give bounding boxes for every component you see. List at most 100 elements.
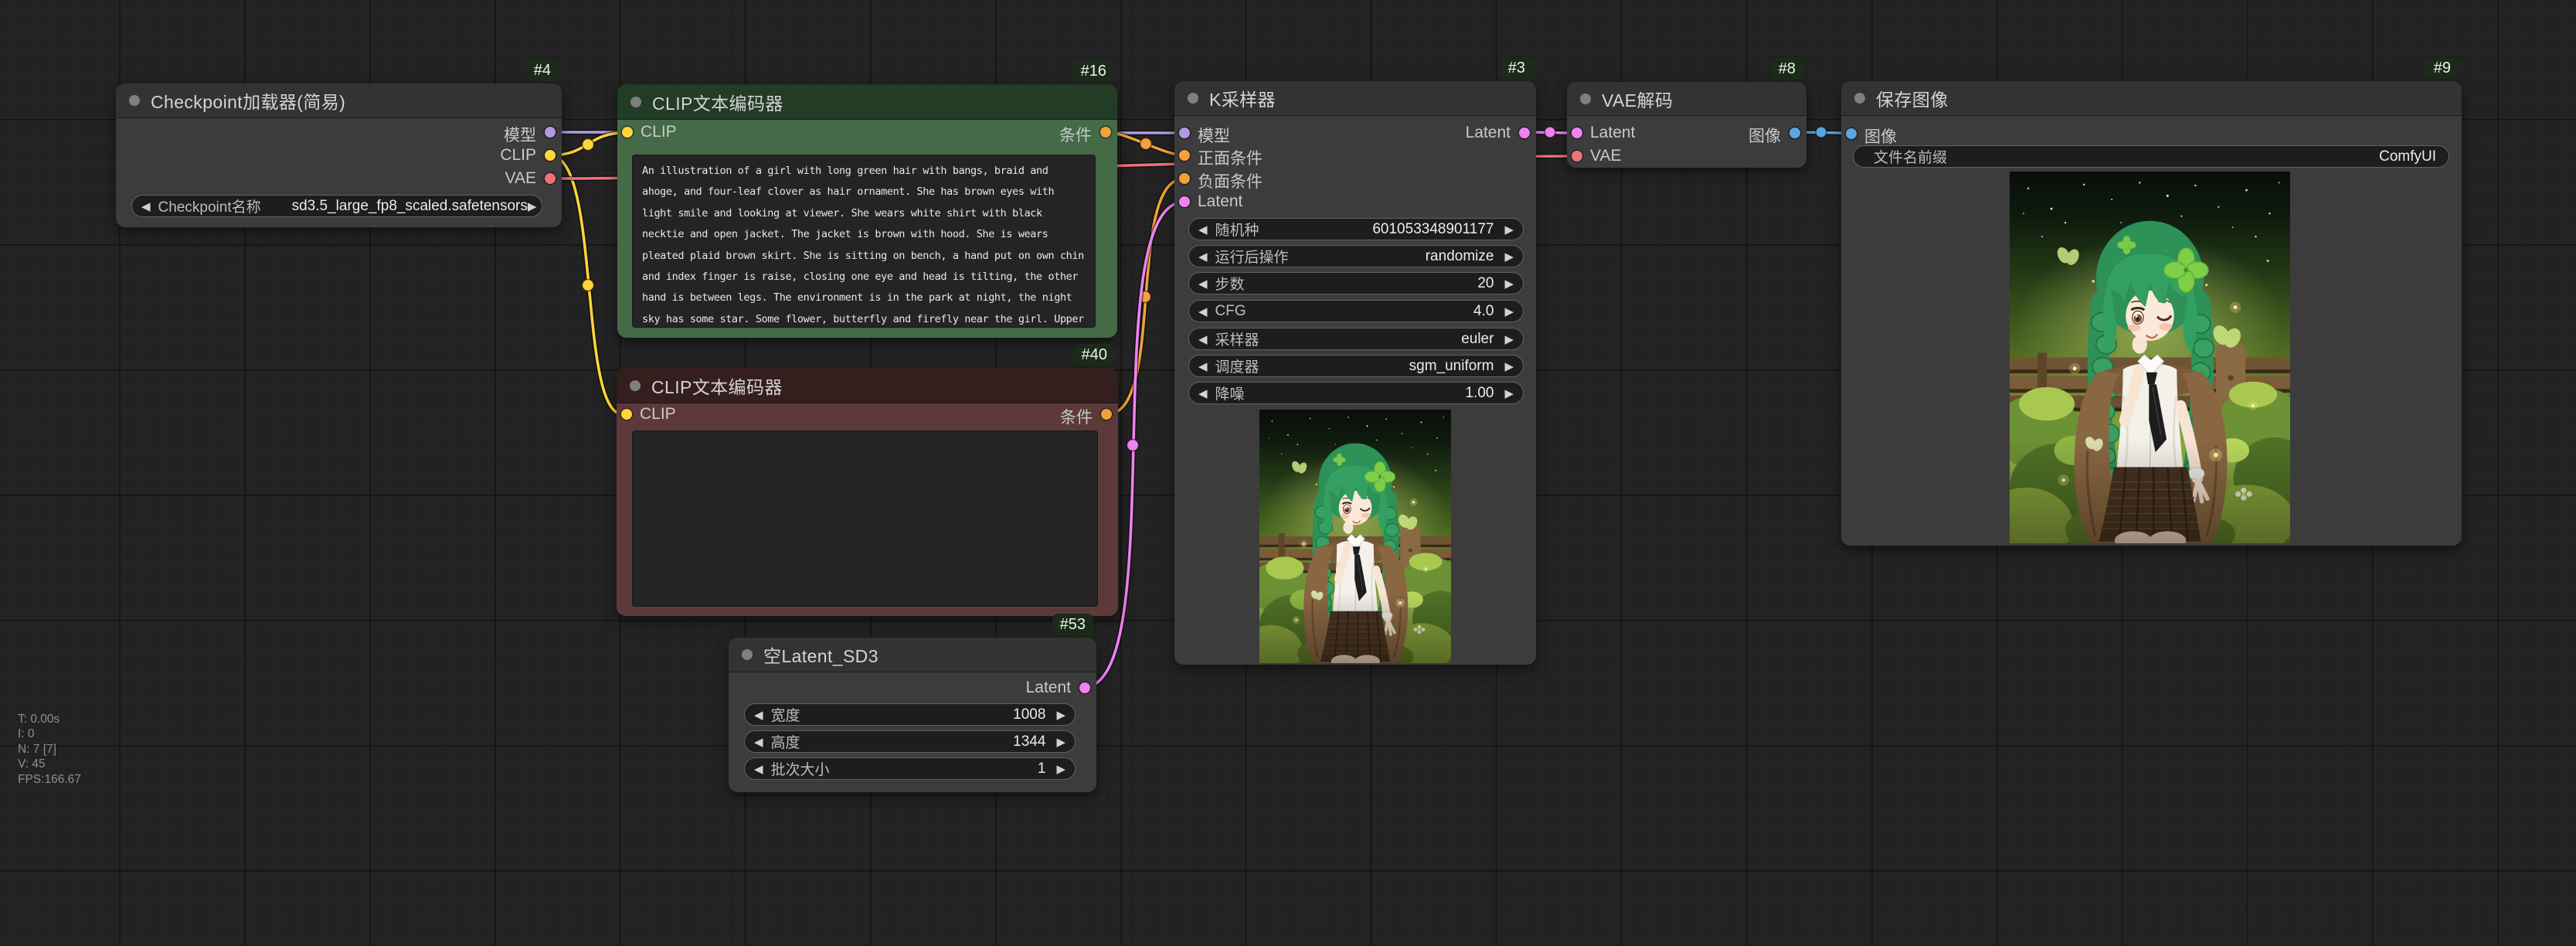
collapse-dot-icon[interactable] [630, 380, 641, 391]
node-clip-encode-negative[interactable]: #40 CLIP文本编码器 CLIP 条件 [617, 368, 1118, 616]
denoise-widget[interactable]: ◀ 降噪 1.00 ▶ [1188, 382, 1524, 404]
prev-arrow-icon[interactable]: ◀ [754, 762, 763, 776]
stat-i: I: 0 [18, 727, 81, 741]
widget-value: sgm_uniform [1409, 358, 1494, 375]
output-slot-latent[interactable] [1519, 128, 1530, 138]
next-arrow-icon[interactable]: ▶ [1056, 762, 1065, 776]
input-slot-positive[interactable] [1179, 150, 1190, 161]
node-header[interactable]: CLIP文本编码器 [617, 368, 1118, 403]
prev-arrow-icon[interactable]: ◀ [1198, 250, 1208, 264]
filename-prefix-widget[interactable]: 文件名前缀 ComfyUI [1853, 145, 2449, 168]
next-arrow-icon[interactable]: ▶ [1504, 277, 1514, 291]
output-slot-conditioning[interactable] [1100, 127, 1111, 138]
input-slot-vae[interactable] [1572, 151, 1582, 162]
output-slot-vae[interactable] [545, 173, 556, 184]
slot-row-positive: 正面条件 [1174, 144, 1536, 167]
widget-label: 随机种 [1215, 219, 1259, 240]
next-arrow-icon[interactable]: ▶ [1504, 332, 1514, 346]
widget-label: Checkpoint名称 [158, 196, 261, 216]
collapse-dot-icon[interactable] [129, 95, 140, 106]
input-slot-latent[interactable] [1572, 128, 1582, 138]
node-clip-encode-positive[interactable]: #16 CLIP文本编码器 CLIP 条件 An illustration of… [617, 84, 1117, 338]
prompt-textarea-empty[interactable] [632, 430, 1098, 607]
next-arrow-icon[interactable]: ▶ [1504, 305, 1514, 318]
widget-value: randomize [1426, 248, 1494, 265]
next-arrow-icon[interactable]: ▶ [1056, 735, 1065, 749]
output-label-clip: CLIP [500, 146, 536, 165]
seed-widget[interactable]: ◀ 随机种 601053348901177 ▶ [1188, 218, 1524, 240]
input-slot-negative[interactable] [1179, 173, 1190, 184]
collapse-dot-icon[interactable] [1188, 93, 1198, 104]
next-arrow-icon[interactable]: ▶ [528, 199, 537, 213]
widget-value: 4.0 [1473, 303, 1494, 320]
widget-value: 1344 [1013, 733, 1045, 750]
slot-row: CLIP 条件 [617, 403, 1118, 426]
node-graph-canvas[interactable]: #4 Checkpoint加载器(简易) 模型 CLIP VAE ◀ Check… [0, 0, 2576, 946]
prev-arrow-icon[interactable]: ◀ [1198, 359, 1208, 373]
node-title: K采样器 [1209, 85, 1276, 111]
input-slot-clip[interactable] [621, 409, 632, 420]
output-label-model: 模型 [504, 123, 536, 146]
output-label-conditioning: 条件 [1059, 123, 1092, 146]
collapse-dot-icon[interactable] [1580, 94, 1591, 104]
widget-label: 高度 [771, 731, 800, 752]
sampler-widget[interactable]: ◀ 采样器 euler ▶ [1188, 328, 1524, 350]
next-arrow-icon[interactable]: ▶ [1504, 250, 1514, 264]
node-vae-decode[interactable]: #8 VAE解码 Latent 图像 VAE [1567, 82, 1806, 168]
input-label-vae: VAE [1590, 147, 1621, 165]
prev-arrow-icon[interactable]: ◀ [1198, 277, 1208, 291]
node-header[interactable]: 空Latent_SD3 [729, 638, 1096, 672]
collapse-dot-icon[interactable] [742, 649, 753, 660]
control-after-generate-widget[interactable]: ◀ 运行后操作 randomize ▶ [1188, 245, 1524, 267]
prev-arrow-icon[interactable]: ◀ [1198, 332, 1208, 346]
collapse-dot-icon[interactable] [630, 97, 641, 107]
input-slot-clip[interactable] [622, 127, 633, 138]
widget-label: 采样器 [1215, 328, 1259, 349]
node-header[interactable]: K采样器 [1174, 81, 1536, 116]
input-slot-image[interactable] [1846, 128, 1857, 139]
batch-size-widget[interactable]: ◀ 批次大小 1 ▶ [744, 757, 1076, 780]
node-save-image[interactable]: #9 保存图像 图像 文件名前缀 ComfyUI [1841, 81, 2462, 546]
node-header[interactable]: VAE解码 [1567, 82, 1806, 116]
node-header[interactable]: 保存图像 [1841, 81, 2462, 116]
input-slot-latent[interactable] [1179, 196, 1190, 207]
output-slot-conditioning[interactable] [1101, 409, 1112, 420]
prev-arrow-icon[interactable]: ◀ [1198, 386, 1208, 400]
node-id-badge: #40 [1074, 344, 1115, 366]
link-negative-conditioning [1107, 179, 1184, 414]
output-slot-latent[interactable] [1079, 682, 1090, 693]
scheduler-widget[interactable]: ◀ 调度器 sgm_uniform ▶ [1188, 355, 1524, 377]
steps-widget[interactable]: ◀ 步数 20 ▶ [1188, 272, 1524, 294]
cfg-widget[interactable]: ◀ CFG 4.0 ▶ [1188, 300, 1524, 322]
output-slot-image[interactable] [1789, 128, 1800, 138]
node-title: CLIP文本编码器 [652, 89, 783, 115]
output-slot-clip[interactable] [545, 150, 556, 161]
prev-arrow-icon[interactable]: ◀ [141, 199, 151, 213]
node-id-badge: #53 [1052, 614, 1093, 635]
input-slot-model[interactable] [1179, 128, 1190, 138]
collapse-dot-icon[interactable] [1854, 93, 1865, 104]
prev-arrow-icon[interactable]: ◀ [754, 708, 763, 722]
prev-arrow-icon[interactable]: ◀ [1198, 305, 1208, 318]
ckpt-name-widget[interactable]: ◀ Checkpoint名称 sd3.5_large_fp8_scaled.sa… [131, 195, 542, 217]
stat-time: T: 0.00s [18, 712, 81, 727]
next-arrow-icon[interactable]: ▶ [1504, 386, 1514, 400]
output-label-latent: Latent [1026, 679, 1071, 697]
node-header[interactable]: Checkpoint加载器(简易) [116, 83, 562, 118]
height-widget[interactable]: ◀ 高度 1344 ▶ [744, 730, 1076, 753]
prev-arrow-icon[interactable]: ◀ [1198, 223, 1208, 236]
next-arrow-icon[interactable]: ▶ [1504, 223, 1514, 236]
node-header[interactable]: CLIP文本编码器 [617, 84, 1117, 120]
widget-label: 调度器 [1215, 356, 1259, 376]
next-arrow-icon[interactable]: ▶ [1056, 708, 1065, 722]
next-arrow-icon[interactable]: ▶ [1504, 359, 1514, 373]
node-ksampler[interactable]: #3 K采样器 模型 Latent 正面条件 负面条件 Latent ◀ 随机种… [1174, 81, 1536, 665]
node-empty-latent-sd3[interactable]: #53 空Latent_SD3 Latent ◀ 宽度 1008 ▶ ◀ 高度 … [729, 638, 1096, 792]
prev-arrow-icon[interactable]: ◀ [754, 735, 763, 749]
prompt-textarea[interactable]: An illustration of a girl with long gree… [632, 155, 1096, 328]
output-label-vae: VAE [505, 169, 536, 188]
node-id-badge: #16 [1073, 60, 1114, 82]
output-slot-model[interactable] [545, 127, 556, 138]
width-widget[interactable]: ◀ 宽度 1008 ▶ [744, 703, 1076, 726]
node-checkpoint-loader[interactable]: #4 Checkpoint加载器(简易) 模型 CLIP VAE ◀ Check… [116, 83, 562, 227]
